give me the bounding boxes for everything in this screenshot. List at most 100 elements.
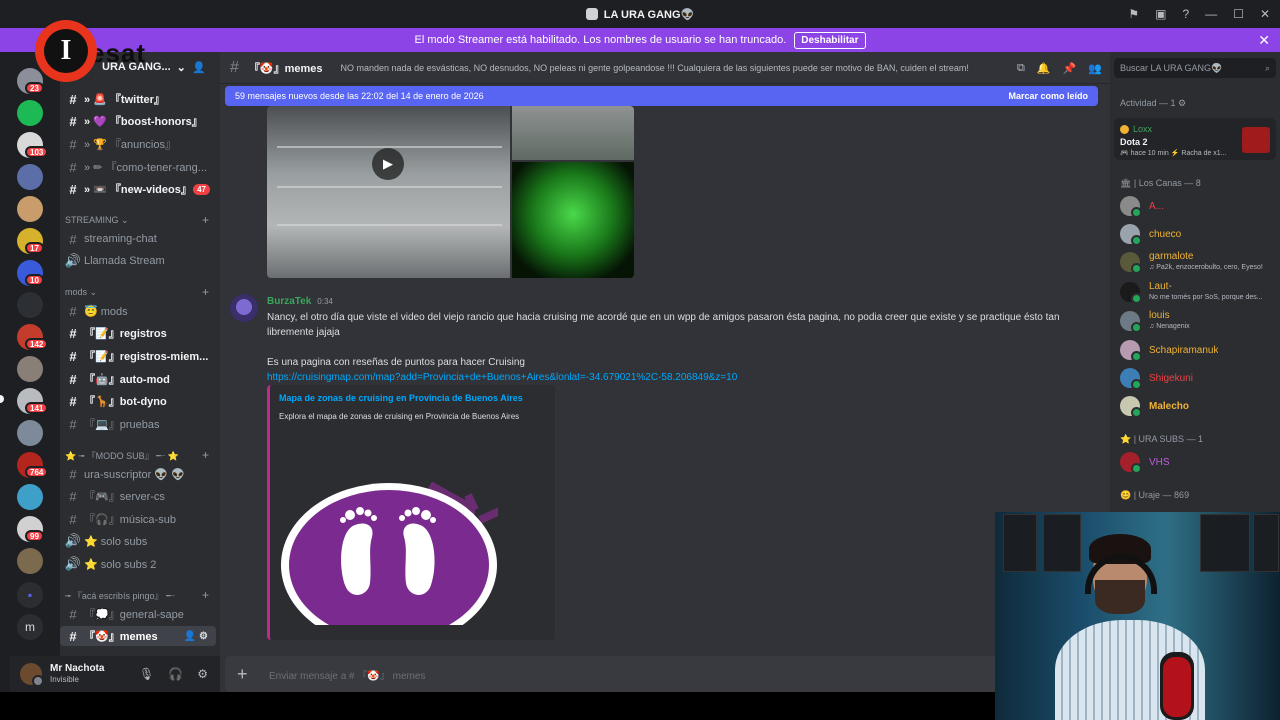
bell-icon[interactable]: 🔔 [1037, 62, 1051, 75]
member-item[interactable]: Shigekuni [1120, 366, 1276, 390]
server-icon[interactable] [17, 420, 43, 446]
server-icon[interactable] [17, 164, 43, 190]
search-input[interactable]: Buscar LA URA GANG👽 ⌕ [1114, 58, 1276, 78]
embed-title[interactable]: Mapa de zonas de cruising en Provincia d… [279, 393, 523, 403]
folder-icon[interactable]: ▪ [17, 582, 43, 608]
channel-label: 『📝』registros-miem... [84, 351, 209, 363]
server-icon[interactable] [17, 196, 43, 222]
member-item[interactable]: chueco [1120, 222, 1276, 246]
channel-registros[interactable]: ▸#『📝』registros [60, 323, 220, 343]
user-avatar[interactable] [20, 663, 44, 687]
play-icon[interactable]: ▶ [372, 148, 404, 180]
channel-label: » 💜 『boost-honors』 [84, 116, 203, 128]
author-name[interactable]: BurzaTek [267, 296, 311, 307]
server-icon[interactable] [17, 292, 43, 318]
channel-llamada-stream[interactable]: 🔊 Llamada Stream [60, 251, 220, 271]
channel-topic[interactable]: NO manden nada de esvásticas, NO desnudo… [341, 63, 969, 73]
close-window-icon[interactable]: ✕ [1260, 7, 1270, 21]
category-aca-escribis[interactable]: ╼ 『acá escribís pingo』 ╾ + [65, 588, 215, 602]
channel-general-sape[interactable]: # 『💭』general-sape [60, 604, 220, 624]
close-banner-icon[interactable]: ✕ [1258, 32, 1270, 49]
member-item[interactable]: garmalote ♫ Pa2k, enzocerobulto, cero, Ey… [1120, 250, 1276, 274]
channel-auto-mod[interactable]: ▸#『🤖』auto-mod [60, 369, 220, 389]
channel-musica-sub[interactable]: # 『🎧』música-sub [60, 509, 220, 529]
pin-icon[interactable]: 📌 [1063, 62, 1077, 75]
speaker-icon: 🔊 [64, 253, 82, 268]
member-name: Schapiramanuk [1149, 344, 1219, 356]
invite-icon[interactable]: 👤 [192, 61, 206, 74]
member-item[interactable]: louis ♫ Nenagenix [1120, 309, 1276, 333]
add-attachment-icon[interactable]: + [237, 664, 257, 685]
member-name: A... [1149, 200, 1165, 212]
image-thumbnail[interactable] [512, 106, 634, 160]
server-badge: 103 [25, 146, 49, 158]
channel-mods[interactable]: # 😇 mods [60, 301, 220, 321]
message-input[interactable]: Enviar mensaje a # 『🤡』 memes [269, 667, 425, 682]
category-mods[interactable]: mods ⌄ + [65, 285, 215, 299]
add-channel-icon[interactable]: + [202, 448, 209, 462]
server-icon-m[interactable]: m [17, 614, 43, 640]
add-channel-icon[interactable]: + [202, 588, 209, 602]
channel-solo-subs-2[interactable]: 🔊 ⭐ solo subs 2 [60, 554, 220, 574]
new-messages-bar[interactable]: 59 mensajes nuevos desde las 22:02 del 1… [225, 86, 1098, 106]
hash-icon: # [69, 136, 77, 152]
member-avatar [1120, 311, 1142, 333]
channel-bot-dyno[interactable]: ▸#『🦒』bot-dyno [60, 391, 220, 411]
channel-boost-honors[interactable]: ▸#» 💜 『boost-honors』 [60, 111, 220, 131]
image-thumbnail[interactable] [512, 162, 634, 278]
channel-label: ura-suscriptor 👽 👽 [84, 468, 185, 481]
maximize-icon[interactable]: ☐ [1233, 7, 1244, 21]
channel-label: Llamada Stream [84, 255, 165, 267]
member-item[interactable]: A... [1120, 194, 1276, 218]
server-icon [585, 8, 598, 20]
category-streaming[interactable]: STREAMING ⌄ + [65, 213, 215, 227]
minimize-icon[interactable]: — [1205, 7, 1217, 21]
settings-gear-icon[interactable]: ⚙ [197, 667, 208, 681]
channel-solo-subs[interactable]: 🔊 ⭐ solo subs [60, 531, 220, 551]
members-icon[interactable]: 👥 [1088, 62, 1102, 75]
channel-anuncios[interactable]: ▸#» 🏆 『anuncios』 [60, 134, 220, 154]
channel-como-tener-rango[interactable]: ▸#» ✏ 『como-tener-rang... [60, 157, 220, 177]
member-item[interactable]: Laut- No me tomés por SoS, porque des... [1120, 280, 1276, 304]
microphone-icon[interactable]: 🎙 [139, 667, 154, 681]
activity-user: Loxx [1120, 124, 1152, 134]
channel-label: 『🎮』server-cs [84, 491, 165, 503]
channel-ura-suscriptor[interactable]: # ura-suscriptor 👽 👽 [60, 464, 220, 484]
member-item[interactable]: Schapiramanuk [1120, 338, 1276, 362]
channel-registros-miembros[interactable]: ▸#『📝』registros-miem... [60, 346, 220, 366]
channel-memes[interactable]: # 『🤡』memes 👤 ⚙ [60, 626, 216, 646]
server-icon[interactable] [17, 100, 43, 126]
server-icon[interactable] [17, 356, 43, 382]
activity-card[interactable]: Loxx Dota 2 🎮 hace 10 min ⚡ Racha de x1.… [1114, 118, 1276, 160]
headphones-icon[interactable]: 🎧 [168, 667, 183, 681]
author-avatar[interactable] [230, 294, 258, 322]
disable-streamer-button[interactable]: Deshabilitar [794, 31, 866, 49]
threads-icon[interactable]: ⧉ [1017, 62, 1025, 75]
inbox-icon[interactable]: ▣ [1155, 7, 1166, 21]
add-channel-icon[interactable]: + [202, 285, 209, 299]
server-icon[interactable] [17, 484, 43, 510]
message-link[interactable]: https://cruisingmap.com/map?add=Provinci… [267, 370, 1067, 385]
media-gallery[interactable]: ▶ [267, 106, 634, 278]
help-icon[interactable]: ? [1182, 7, 1189, 21]
video-thumbnail[interactable]: ▶ [267, 106, 510, 278]
server-icon[interactable] [17, 548, 43, 574]
channel-twitter[interactable]: ▸#» 🚨 『twitter』 [60, 89, 220, 109]
flag-icon[interactable]: ⚑ [1128, 7, 1139, 21]
add-channel-icon[interactable]: + [202, 213, 209, 227]
channel-label: 『🤡』memes [84, 631, 158, 643]
member-item[interactable]: Malecho [1120, 394, 1276, 418]
mark-as-read-button[interactable]: Marcar como leído [1008, 91, 1088, 101]
channel-server-cs[interactable]: # 『🎮』server-cs [60, 486, 220, 506]
channel-settings-icon[interactable]: 👤 ⚙ [184, 631, 208, 642]
user-info[interactable]: Mr Nachota Invisible [50, 663, 104, 685]
member-item[interactable]: VHS [1120, 450, 1276, 474]
channel-new-videos[interactable]: ▸#» 📼 『new-videos』47 [60, 179, 220, 199]
channel-pruebas[interactable]: # 『💻』pruebas [60, 414, 220, 434]
microphone-cover [1163, 657, 1191, 717]
category-modo-sub[interactable]: ⭐ ╼ 『MODO SUB』 ╾ ⭐ + [65, 448, 215, 462]
hash-icon: # [69, 371, 77, 387]
embed-image[interactable] [280, 465, 498, 625]
title-bar: LA URA GANG👽 ⚑ ▣ ? — ☐ ✕ [0, 0, 1280, 28]
channel-streaming-chat[interactable]: # streaming-chat [60, 229, 220, 249]
